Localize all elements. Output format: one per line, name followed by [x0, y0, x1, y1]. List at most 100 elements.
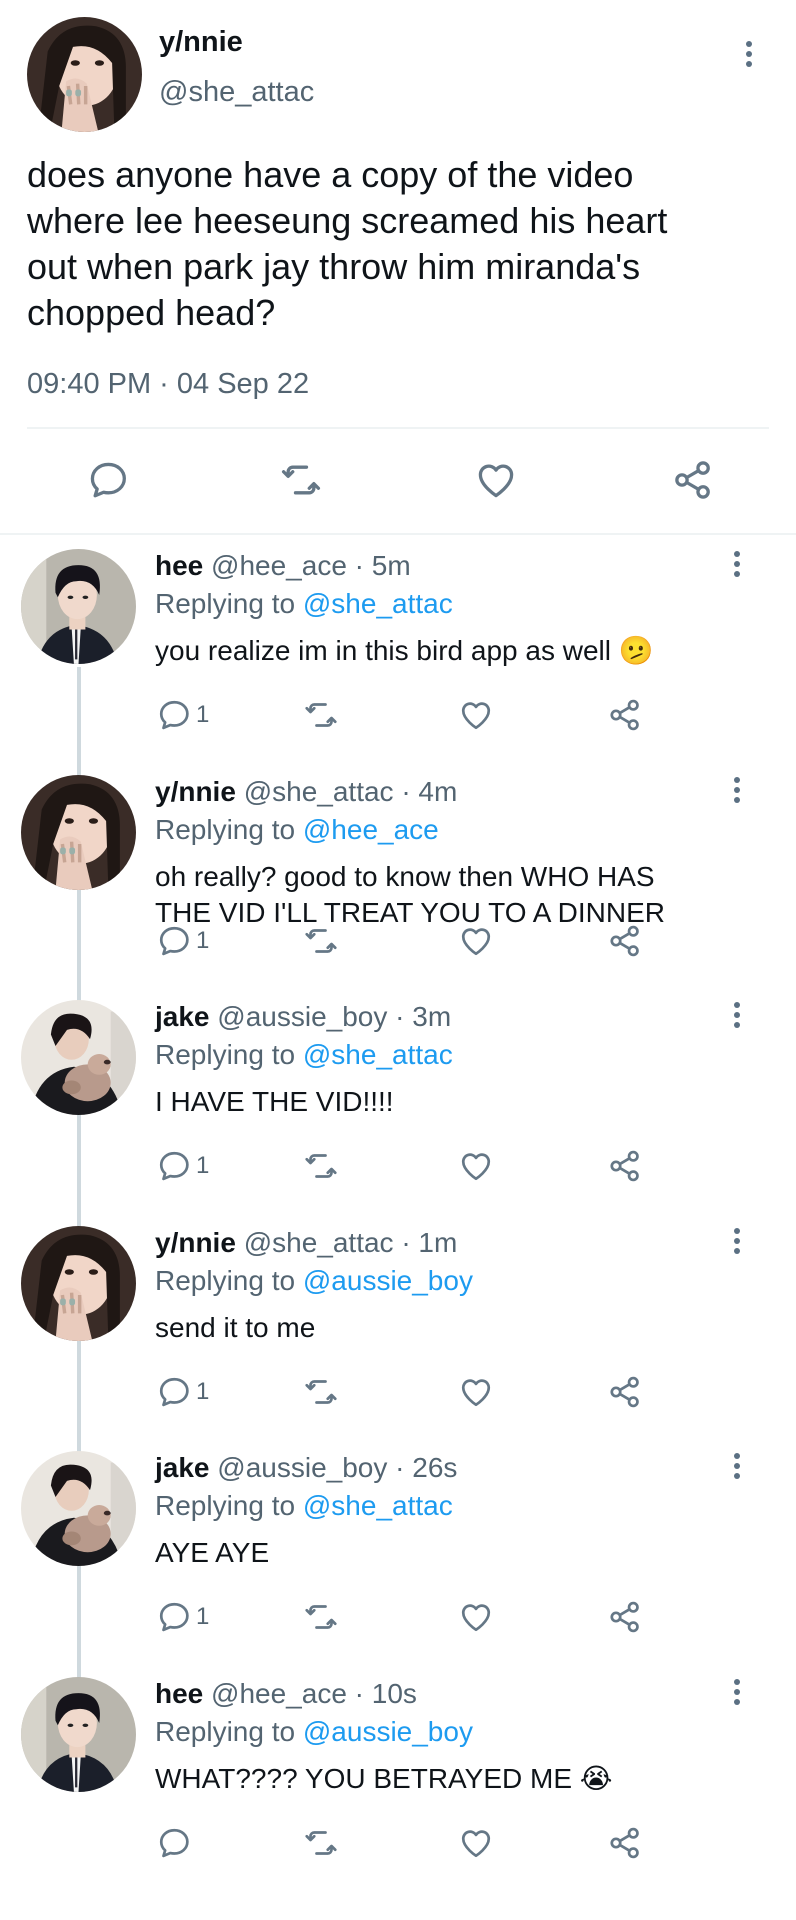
- avatar[interactable]: [21, 1000, 136, 1115]
- share-button[interactable]: [607, 1599, 643, 1635]
- heart-button[interactable]: [458, 1599, 494, 1635]
- more-vertical-icon[interactable]: [727, 775, 747, 805]
- reply-text: I HAVE THE VID!!!!: [155, 1084, 755, 1120]
- heart-button[interactable]: [458, 697, 494, 733]
- author-handle[interactable]: @hee_ace: [211, 1678, 347, 1709]
- avatar[interactable]: [21, 775, 136, 890]
- reply-header: hee @hee_ace · 5m: [155, 550, 411, 582]
- replying-label: Replying to: [155, 1039, 296, 1070]
- share-button[interactable]: [607, 697, 643, 733]
- reply-header: y/nnie @she_attac · 1m: [155, 1227, 457, 1259]
- reply-button[interactable]: 1: [156, 697, 209, 733]
- reply-header: jake @aussie_boy · 3m: [155, 1001, 451, 1033]
- section-divider: [0, 533, 796, 535]
- reply-time: · 10s: [354, 1678, 417, 1709]
- reply-text-content: send it to me: [155, 1312, 316, 1343]
- author-name[interactable]: hee: [155, 550, 203, 581]
- reply-button[interactable]: [156, 1825, 196, 1861]
- reply-time: · 4m: [401, 776, 458, 807]
- divider: [27, 427, 769, 429]
- author-name[interactable]: y/nnie: [159, 26, 243, 59]
- reply-button[interactable]: 1: [156, 1148, 209, 1184]
- reply-count: 1: [196, 701, 210, 728]
- share-button[interactable]: [607, 1825, 643, 1861]
- author-handle[interactable]: @aussie_boy: [217, 1001, 387, 1032]
- reply-text-content: oh really? good to know then WHO HAS THE…: [155, 861, 666, 928]
- heart-button[interactable]: [458, 1825, 494, 1861]
- author-handle[interactable]: @hee_ace: [211, 550, 347, 581]
- replying-label: Replying to: [155, 814, 296, 845]
- more-vertical-icon[interactable]: [727, 1000, 747, 1030]
- replying-to-link[interactable]: @hee_ace: [303, 814, 439, 845]
- author-name[interactable]: hee: [155, 1678, 203, 1709]
- avatar[interactable]: [21, 549, 136, 664]
- tweet-text-line: out when park jay throw him miranda's: [27, 246, 641, 287]
- author-handle[interactable]: @she_attac: [244, 776, 394, 807]
- tweet-text-line: does anyone have a copy of the video: [27, 154, 634, 195]
- retweet-button[interactable]: [303, 1825, 339, 1861]
- reply-text: oh really? good to know then WHO HAS THE…: [155, 859, 755, 931]
- heart-button[interactable]: [458, 923, 494, 959]
- replying-to: Replying to @she_attac: [155, 588, 453, 620]
- share-button[interactable]: [607, 1148, 643, 1184]
- reply-tweet[interactable]: jake @aussie_boy · 3m Replying to @she_at…: [0, 1000, 796, 1226]
- reply-button[interactable]: 1: [156, 923, 209, 959]
- more-vertical-icon[interactable]: [727, 1226, 747, 1256]
- author-handle[interactable]: @she_attac: [159, 76, 314, 109]
- share-button[interactable]: [607, 1374, 643, 1410]
- emoji: 🫤: [618, 635, 654, 666]
- replying-to-link[interactable]: @aussie_boy: [303, 1265, 473, 1296]
- reply-tweet[interactable]: hee @hee_ace · 5m Replying to @she_attacy…: [0, 549, 796, 775]
- reply-text-content: you realize im in this bird app as well: [155, 635, 611, 666]
- reply-button[interactable]: 1: [156, 1599, 209, 1635]
- replying-to-link[interactable]: @aussie_boy: [303, 1716, 473, 1747]
- author-name[interactable]: y/nnie: [155, 776, 236, 807]
- replying-label: Replying to: [155, 1490, 296, 1521]
- reply-text-content: I HAVE THE VID!!!!: [155, 1086, 394, 1117]
- reply-text: send it to me: [155, 1310, 755, 1346]
- more-vertical-icon[interactable]: [727, 1451, 747, 1481]
- reply-header: jake @aussie_boy · 26s: [155, 1452, 457, 1484]
- author-handle[interactable]: @she_attac: [244, 1227, 394, 1258]
- replying-to: Replying to @aussie_boy: [155, 1716, 473, 1748]
- avatar[interactable]: [27, 17, 142, 132]
- replying-to-link[interactable]: @she_attac: [303, 1490, 453, 1521]
- reply-time: · 26s: [395, 1452, 458, 1483]
- reply-button[interactable]: [86, 458, 130, 502]
- heart-button[interactable]: [458, 1374, 494, 1410]
- reply-count: 1: [196, 1152, 210, 1179]
- avatar[interactable]: [21, 1451, 136, 1566]
- tweet-text-line: where lee heeseung screamed his heart: [27, 200, 668, 241]
- retweet-button[interactable]: [303, 1599, 339, 1635]
- retweet-button[interactable]: [303, 1374, 339, 1410]
- replying-to-link[interactable]: @she_attac: [303, 588, 453, 619]
- replying-to: Replying to @aussie_boy: [155, 1265, 473, 1297]
- reply-tweet[interactable]: jake @aussie_boy · 26s Replying to @she_a…: [0, 1451, 796, 1677]
- heart-button[interactable]: [474, 458, 518, 502]
- reply-text: you realize im in this bird app as well …: [155, 633, 755, 669]
- author-name[interactable]: jake: [155, 1001, 210, 1032]
- share-button[interactable]: [671, 458, 715, 502]
- retweet-button[interactable]: [303, 1148, 339, 1184]
- replying-to-link[interactable]: @she_attac: [303, 1039, 453, 1070]
- author-handle[interactable]: @aussie_boy: [217, 1452, 387, 1483]
- reply-button[interactable]: 1: [156, 1374, 209, 1410]
- reply-tweet[interactable]: hee @hee_ace · 10s Replying to @aussie_bo…: [0, 1677, 796, 1903]
- reply-time: · 5m: [354, 550, 411, 581]
- heart-button[interactable]: [458, 1148, 494, 1184]
- author-name[interactable]: jake: [155, 1452, 210, 1483]
- more-vertical-icon[interactable]: [727, 549, 747, 579]
- avatar[interactable]: [21, 1677, 136, 1792]
- avatar[interactable]: [21, 1226, 136, 1341]
- reply-tweet[interactable]: y/nnie @she_attac · 4m Replying to @hee_a…: [0, 775, 796, 1001]
- retweet-button[interactable]: [303, 923, 339, 959]
- replying-label: Replying to: [155, 1716, 296, 1747]
- more-vertical-icon[interactable]: [727, 1677, 747, 1707]
- share-button[interactable]: [607, 923, 643, 959]
- author-name[interactable]: y/nnie: [155, 1227, 236, 1258]
- reply-tweet[interactable]: y/nnie @she_attac · 1m Replying to @aussi…: [0, 1226, 796, 1452]
- more-vertical-icon[interactable]: [739, 39, 759, 69]
- reply-text: WHAT???? YOU BETRAYED ME 😭: [155, 1761, 755, 1797]
- retweet-button[interactable]: [303, 697, 339, 733]
- retweet-button[interactable]: [279, 458, 323, 502]
